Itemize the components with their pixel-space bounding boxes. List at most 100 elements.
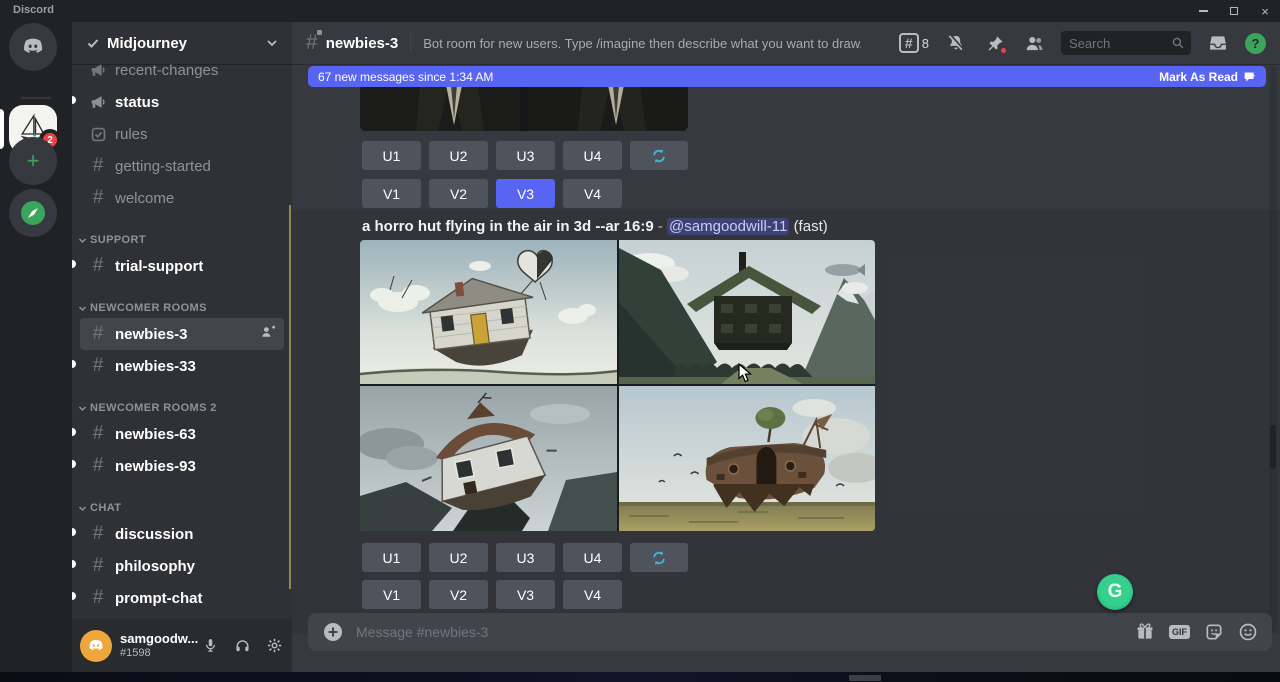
notification-settings-button[interactable] bbox=[944, 31, 968, 55]
reroll-button[interactable] bbox=[630, 543, 688, 572]
message-input[interactable] bbox=[356, 624, 1123, 640]
server-header[interactable]: Midjourney bbox=[72, 22, 292, 64]
upscale-button-u2[interactable]: U2 bbox=[429, 141, 488, 170]
chevron-down-icon bbox=[78, 304, 87, 313]
upscale-button-u1[interactable]: U1 bbox=[362, 141, 421, 170]
attach-plus-icon[interactable] bbox=[322, 621, 344, 643]
category-newcomer-rooms[interactable]: NEWCOMER ROOMS bbox=[72, 298, 292, 318]
add-server-button[interactable]: + bbox=[9, 137, 57, 185]
gear-icon bbox=[266, 637, 283, 654]
unread-indicator bbox=[72, 428, 76, 436]
help-button[interactable]: ? bbox=[1245, 33, 1266, 54]
channel-hash-icon: # bbox=[306, 31, 318, 55]
channel-header: # newbies-3 Bot room for new users. Type… bbox=[292, 22, 1280, 64]
user-mention[interactable]: @samgoodwill-11 bbox=[667, 218, 789, 235]
grammarly-icon: G bbox=[1108, 581, 1123, 603]
message-prompt-line: a horro hut flying in the air in 3d --ar… bbox=[362, 218, 828, 235]
upscale-button-u1[interactable]: U1 bbox=[362, 543, 421, 572]
unread-indicator bbox=[72, 96, 76, 104]
upscale-button-u4[interactable]: U4 bbox=[563, 141, 622, 170]
sidebar-item-welcome[interactable]: # welcome bbox=[80, 182, 284, 214]
grammarly-button[interactable]: G bbox=[1097, 574, 1133, 610]
category-support[interactable]: SUPPORT bbox=[72, 230, 292, 250]
home-button[interactable] bbox=[9, 23, 57, 71]
variation-button-v2[interactable]: V2 bbox=[429, 580, 488, 609]
variation-button-v1[interactable]: V1 bbox=[362, 179, 421, 208]
sidebar-item-getting-started[interactable]: # getting-started bbox=[80, 150, 284, 182]
user-identity[interactable]: samgoodw... #1598 bbox=[120, 632, 198, 660]
minimize-button[interactable] bbox=[1196, 4, 1210, 18]
search-box bbox=[1061, 31, 1191, 55]
variation-button-v1[interactable]: V1 bbox=[362, 580, 421, 609]
deafen-button[interactable] bbox=[232, 636, 252, 656]
sidebar-item-rules[interactable]: rules bbox=[80, 118, 284, 150]
sticker-icon[interactable] bbox=[1204, 622, 1224, 642]
sidebar-item-status[interactable]: status bbox=[80, 86, 284, 118]
mark-as-read-button[interactable]: Mark As Read bbox=[1159, 70, 1256, 84]
gif-picker-icon[interactable]: GIF bbox=[1169, 625, 1190, 639]
mute-mic-button[interactable] bbox=[200, 636, 220, 656]
generated-image-1[interactable] bbox=[360, 240, 617, 384]
sidebar-item-newbies-63[interactable]: # newbies-63 bbox=[80, 418, 284, 450]
hash-badge bbox=[317, 30, 322, 35]
emoji-icon[interactable] bbox=[1238, 622, 1258, 642]
gift-icon[interactable] bbox=[1135, 622, 1155, 642]
close-button[interactable]: × bbox=[1258, 4, 1272, 18]
previous-generated-image[interactable] bbox=[360, 85, 688, 131]
user-settings-button[interactable] bbox=[264, 636, 284, 656]
sidebar-item-newbies-93[interactable]: # newbies-93 bbox=[80, 450, 284, 482]
search-input[interactable] bbox=[1069, 36, 1167, 51]
threads-button[interactable]: # 8 bbox=[899, 33, 929, 53]
sidebar-item-recent-changes[interactable]: recent-changes bbox=[80, 64, 284, 86]
compass-icon bbox=[19, 199, 47, 227]
generated-image-2[interactable] bbox=[619, 240, 875, 384]
create-invite-icon[interactable] bbox=[260, 324, 276, 345]
chat-scrollbar[interactable] bbox=[1270, 425, 1276, 469]
sidebar-item-newbies-33[interactable]: # newbies-33 bbox=[80, 350, 284, 382]
variation-button-v3-active[interactable]: V3 bbox=[496, 179, 555, 208]
user-avatar[interactable] bbox=[80, 630, 112, 662]
inbox-button[interactable] bbox=[1206, 31, 1230, 55]
unread-indicator bbox=[72, 592, 76, 600]
category-newcomer-rooms-2[interactable]: NEWCOMER ROOMS 2 bbox=[72, 398, 292, 418]
generated-image-4[interactable] bbox=[619, 386, 875, 531]
variation-button-v4[interactable]: V4 bbox=[563, 580, 622, 609]
maximize-button[interactable] bbox=[1227, 4, 1241, 18]
variation-button-v2[interactable]: V2 bbox=[429, 179, 488, 208]
sidebar-scrollbar[interactable] bbox=[289, 205, 291, 589]
verified-check-icon bbox=[86, 36, 100, 50]
chat-area: # newbies-3 Bot room for new users. Type… bbox=[292, 22, 1280, 672]
sidebar-item-discussion[interactable]: # discussion bbox=[80, 518, 284, 550]
new-pin-badge bbox=[999, 46, 1008, 55]
upscale-button-u3[interactable]: U3 bbox=[496, 543, 555, 572]
member-list-button[interactable] bbox=[1022, 31, 1046, 55]
app-title: Discord bbox=[13, 4, 54, 16]
variation-button-v4[interactable]: V4 bbox=[563, 179, 622, 208]
new-messages-bar[interactable]: 67 new messages since 1:34 AM Mark As Re… bbox=[308, 66, 1266, 87]
rules-icon bbox=[88, 124, 108, 144]
generated-image-3[interactable] bbox=[360, 386, 617, 531]
username: samgoodw... bbox=[120, 632, 198, 647]
hash-icon: # bbox=[88, 456, 108, 476]
upscale-button-u2[interactable]: U2 bbox=[429, 543, 488, 572]
channel-topic[interactable]: Bot room for new users. Type /imagine th… bbox=[423, 36, 861, 51]
sidebar-item-prompt-chat[interactable]: # prompt-chat bbox=[80, 582, 284, 614]
prompt-text: a horro hut flying in the air in 3d --ar… bbox=[362, 218, 654, 235]
upscale-button-u3[interactable]: U3 bbox=[496, 141, 555, 170]
server-name: Midjourney bbox=[107, 35, 259, 52]
sidebar-item-trial-support[interactable]: # trial-support bbox=[80, 250, 284, 282]
upscale-button-u4[interactable]: U4 bbox=[563, 543, 622, 572]
sidebar-item-philosophy[interactable]: # philosophy bbox=[80, 550, 284, 582]
megaphone-icon bbox=[88, 64, 108, 80]
channel-list: recent-changes status rules # getting-st… bbox=[72, 64, 292, 631]
bell-slash-icon bbox=[946, 33, 966, 53]
sidebar-item-newbies-3[interactable]: # newbies-3 bbox=[80, 318, 284, 350]
variation-button-v3[interactable]: V3 bbox=[496, 580, 555, 609]
maximize-icon bbox=[1230, 7, 1238, 15]
category-chat[interactable]: CHAT bbox=[72, 498, 292, 518]
pinned-messages-button[interactable] bbox=[983, 31, 1007, 55]
explore-servers-button[interactable] bbox=[9, 189, 57, 237]
close-icon: × bbox=[1261, 5, 1269, 18]
plus-icon: + bbox=[27, 150, 40, 172]
reroll-button[interactable] bbox=[630, 141, 688, 170]
